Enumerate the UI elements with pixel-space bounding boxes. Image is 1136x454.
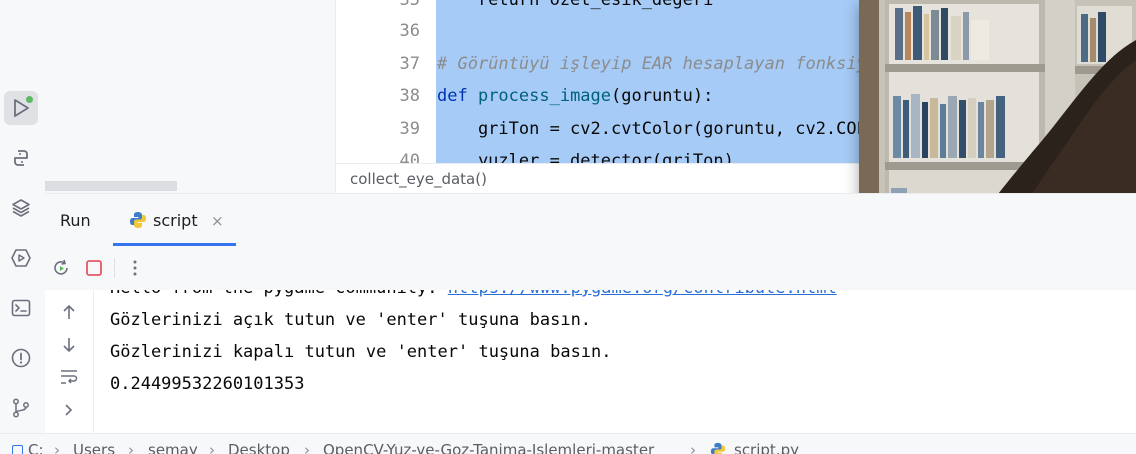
toolbar-divider: [114, 258, 115, 278]
chevron-right-icon: ›: [54, 441, 60, 454]
project-pane: [45, 0, 335, 193]
line-number: 40: [399, 151, 420, 163]
running-indicator-dot: [26, 96, 33, 103]
problems-tool-button[interactable]: [4, 341, 38, 375]
code-line: def process_image(goruntu):: [437, 86, 714, 106]
path-crumb-drive[interactable]: C:: [28, 441, 44, 454]
layers-icon: [12, 199, 30, 217]
rerun-icon: [54, 259, 68, 275]
console-line: Gözlerinizi kapalı tutun ve 'enter' tuşu…: [110, 342, 612, 362]
chevron-right-icon: ›: [128, 441, 134, 454]
stop-icon: [86, 260, 102, 276]
python-packages-icon: [14, 150, 28, 166]
horizontal-scrollbar[interactable]: [45, 181, 177, 191]
python-file-icon: [130, 212, 146, 228]
run-toolbar: [45, 246, 1136, 291]
problems-icon: [11, 348, 31, 368]
scroll-up-icon: [63, 304, 75, 319]
status-bar: C: › Users › semay › Desktop › OpenCV-Yu…: [0, 433, 1136, 454]
run-tool-button[interactable]: [4, 91, 38, 125]
rerun-button[interactable]: [51, 258, 71, 278]
line-number: 37: [399, 54, 420, 74]
function-breadcrumb[interactable]: collect_eye_data(): [350, 170, 487, 188]
console-line: 0.24499532260101353: [110, 374, 305, 394]
scroll-up-button[interactable]: [59, 302, 79, 322]
run-title: Run: [60, 211, 91, 230]
chevron-right-icon: ›: [304, 441, 310, 454]
chevron-right-icon: ›: [209, 441, 215, 454]
services-tool-button[interactable]: [4, 241, 38, 275]
path-crumb-desktop[interactable]: Desktop: [228, 441, 290, 454]
git-tool-button[interactable]: [4, 391, 38, 425]
stop-button[interactable]: [84, 258, 104, 278]
scroll-down-button[interactable]: [59, 335, 79, 355]
pygame-contribute-link[interactable]: https://www.pygame.org/contribute.html: [448, 290, 837, 298]
path-crumb-user[interactable]: semay: [148, 441, 198, 454]
tab-script[interactable]: script ×: [113, 202, 236, 246]
git-icon: [13, 398, 29, 418]
code-line: yuzler = detector(griTon): [437, 151, 734, 163]
tab-close-icon[interactable]: ×: [211, 212, 224, 230]
scroll-down-icon: [63, 338, 75, 353]
code-line: # Görüntüyü işleyip EAR hesaplayan fonks…: [437, 54, 888, 74]
soft-wrap-button[interactable]: [59, 367, 79, 387]
expand-button[interactable]: [59, 400, 79, 420]
more-options-icon: [133, 260, 137, 276]
line-number: 38: [399, 86, 420, 106]
path-crumb-users[interactable]: Users: [73, 441, 115, 454]
console-side-toolbar: [45, 290, 94, 434]
console-line: Gözlerinizi açık tutun ve 'enter' tuşuna…: [110, 310, 592, 330]
console-output[interactable]: Hello from the pygame community. https:/…: [94, 290, 1136, 434]
run-tool-window: Run script × Gözlerinizi açık tutun ve '…: [45, 193, 1136, 434]
line-number: 39: [399, 119, 420, 139]
line-number-gutter: 35 36 37 38 39 40: [336, 0, 436, 163]
path-crumb-file[interactable]: script.py: [734, 441, 799, 454]
chevron-right-icon: ›: [690, 441, 696, 454]
tool-window-strip: [0, 0, 46, 453]
expand-icon: [65, 404, 73, 416]
code-line: return ozet_esik_degeri: [437, 0, 714, 10]
soft-wrap-icon: [61, 370, 78, 384]
services-icon: [11, 249, 31, 267]
terminal-icon: [11, 299, 31, 317]
tab-script-label: script: [153, 211, 198, 230]
more-options-button[interactable]: [125, 258, 145, 278]
run-header: Run script ×: [45, 194, 1136, 246]
console-line: Hello from the pygame community. https:/…: [110, 290, 837, 298]
path-crumb-project[interactable]: OpenCV-Yuz-ve-Goz-Tanima-Islemleri-maste…: [323, 441, 654, 454]
line-number: 35: [399, 0, 420, 10]
console-text: Hello from the pygame community.: [110, 290, 448, 298]
layers-tool-button[interactable]: [4, 191, 38, 225]
python-packages-tool-button[interactable]: [4, 141, 38, 175]
line-number: 36: [399, 21, 420, 41]
python-file-icon: [710, 442, 726, 454]
terminal-tool-button[interactable]: [4, 291, 38, 325]
